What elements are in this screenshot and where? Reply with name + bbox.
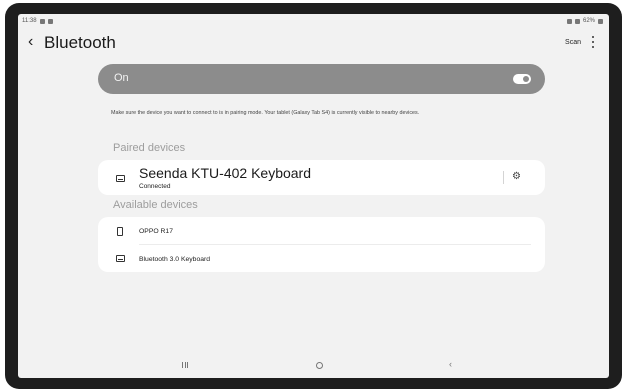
status-right: 62%	[566, 18, 603, 24]
bluetooth-status-icon	[566, 18, 572, 24]
available-device-row[interactable]: Bluetooth 3.0 Keyboard	[98, 245, 545, 272]
bluetooth-switch[interactable]	[513, 74, 531, 84]
device-name: OPPO R17	[139, 228, 173, 235]
status-bar: 11:38 62%	[18, 14, 609, 30]
bluetooth-toggle-bar[interactable]: On	[98, 64, 545, 94]
notification-icon	[47, 18, 53, 24]
header: ‹ Bluetooth Scan	[18, 30, 609, 60]
available-devices-card: OPPO R17 Bluetooth 3.0 Keyboard	[98, 217, 545, 272]
paired-device-row[interactable]: Seenda KTU-402 Keyboard Connected ⚙	[98, 160, 545, 195]
more-vertical-icon[interactable]	[592, 36, 595, 48]
available-devices-header: Available devices	[113, 199, 198, 211]
wifi-icon	[574, 18, 580, 24]
device-status: Connected	[139, 183, 171, 190]
divider	[503, 171, 504, 184]
scan-button[interactable]: Scan	[565, 39, 581, 46]
device-name: Seenda KTU-402 Keyboard	[139, 165, 311, 181]
pairing-info-text: Make sure the device you want to connect…	[111, 110, 420, 116]
page-title: Bluetooth	[44, 33, 116, 52]
toggle-label: On	[114, 72, 129, 84]
recents-icon[interactable]	[182, 362, 188, 368]
gear-icon[interactable]: ⚙	[512, 171, 521, 183]
keyboard-icon	[116, 175, 125, 182]
paired-devices-header: Paired devices	[113, 142, 186, 154]
battery-percent: 62%	[582, 18, 595, 24]
navigation-bar: ‹	[18, 356, 609, 378]
screen: 11:38 62% ‹ Bluetooth Scan On Make sure …	[18, 14, 609, 378]
notification-icon	[39, 18, 45, 24]
paired-devices-card: Seenda KTU-402 Keyboard Connected ⚙	[98, 160, 545, 195]
chevron-left-icon[interactable]: ‹	[28, 34, 33, 50]
back-icon[interactable]: ‹	[449, 359, 452, 369]
device-name: Bluetooth 3.0 Keyboard	[139, 256, 211, 263]
status-left: 11:38	[22, 18, 53, 24]
tablet-frame: 11:38 62% ‹ Bluetooth Scan On Make sure …	[5, 3, 622, 389]
available-device-row[interactable]: OPPO R17	[98, 217, 545, 245]
battery-icon	[598, 18, 603, 24]
keyboard-icon	[116, 255, 125, 262]
status-time: 11:38	[22, 18, 37, 24]
home-icon[interactable]	[316, 362, 323, 369]
phone-icon	[117, 227, 123, 236]
